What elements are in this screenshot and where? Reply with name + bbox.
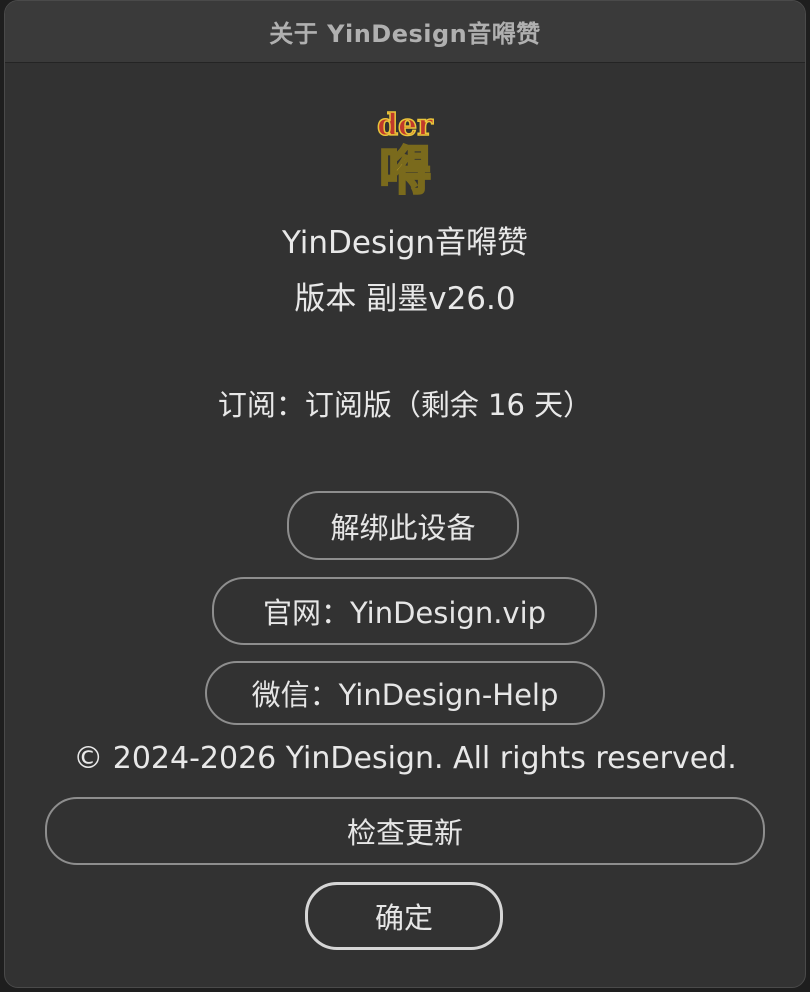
- subscription-status: 订阅：订阅版（剩余 16 天）: [217, 388, 593, 422]
- website-link-button[interactable]: 官网：YinDesign.vip: [212, 577, 597, 645]
- unbind-device-button[interactable]: 解绑此设备: [287, 491, 519, 560]
- logo-main-char: 嘚: [379, 142, 431, 195]
- app-name: YinDesign音嘚赞: [281, 225, 529, 261]
- about-dialog: 关于 YinDesign音嘚赞 der 嘚 YinDesign音嘚赞 版本 副墨…: [4, 0, 806, 988]
- version-label: 版本 副墨v26.0: [294, 281, 516, 317]
- copyright-notice: © 2024-2026 YinDesign. All rights reserv…: [73, 741, 737, 776]
- title-bar[interactable]: 关于 YinDesign音嘚赞: [5, 1, 805, 63]
- check-update-button[interactable]: 检查更新: [45, 797, 765, 865]
- app-logo-icon: der 嘚: [376, 107, 435, 195]
- wechat-contact-button[interactable]: 微信：YinDesign-Help: [205, 661, 605, 725]
- logo-top-text: der: [377, 108, 434, 143]
- ok-button[interactable]: 确定: [305, 882, 503, 950]
- window-title: 关于 YinDesign音嘚赞: [269, 20, 541, 48]
